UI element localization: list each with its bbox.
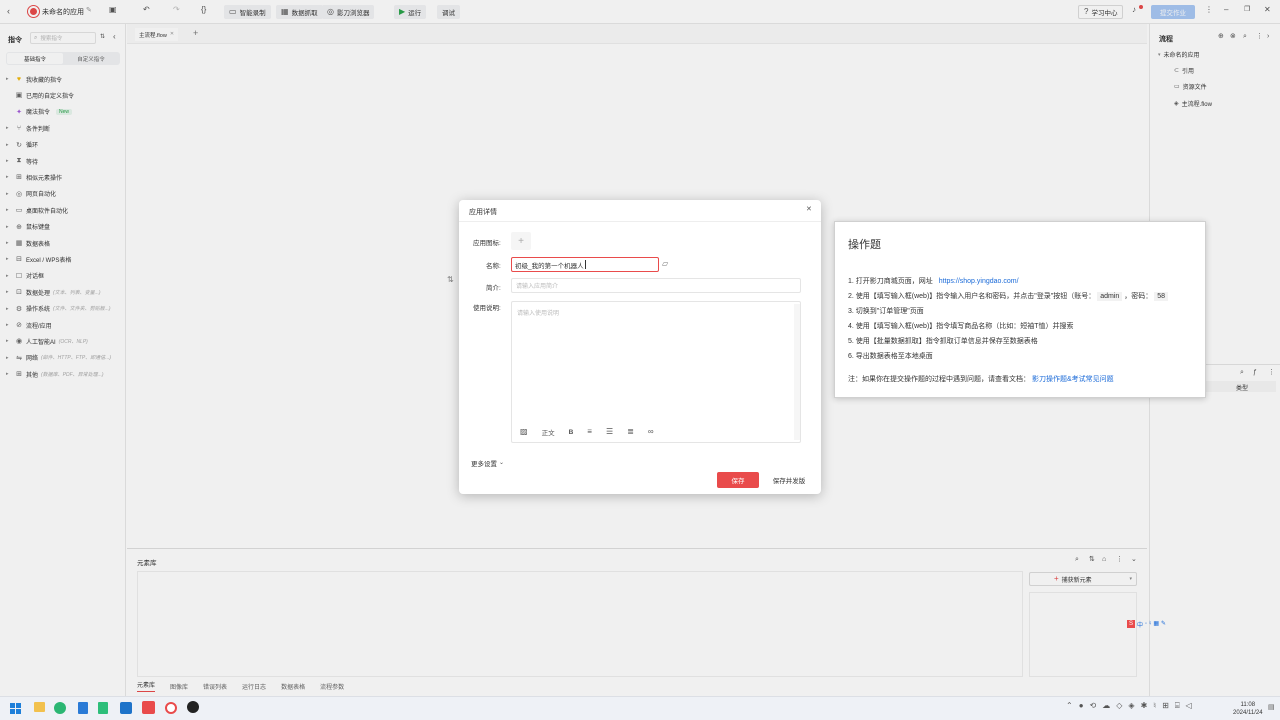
ime-punct-icon: ◦	[1145, 621, 1148, 627]
step-2: 2. 使用【填写输入框(web)】指令输入用户名和密码，并点击"登录"按钮（账号…	[848, 289, 1203, 304]
intro-field-label: 简介:	[486, 285, 501, 292]
ime-toolbar[interactable]: S 中 ◦ ♮ ▦ ✎	[1127, 619, 1166, 629]
exercise-note: 注：如果你在提交操作题的过程中遇到问题，请查看文档： 影刀操作题&考试常见问题	[848, 374, 1114, 384]
text-style-dropdown[interactable]: 正文	[542, 427, 555, 437]
ime-logo-icon: S	[1127, 620, 1135, 628]
link-icon[interactable]: ∞	[648, 428, 654, 436]
ime-mic-icon: ♮	[1149, 621, 1152, 627]
save-and-publish-button[interactable]: 保存并发版	[767, 472, 811, 488]
icon-field-label: 应用图标:	[473, 240, 501, 247]
more-settings-label: 更多设置	[471, 461, 497, 468]
exercise-steps: 1. 打开影刀商城页面，网址 https://shop.yingdao.com/…	[848, 274, 1203, 364]
tray-network-icon[interactable]: ⌸	[1175, 702, 1180, 710]
clock[interactable]: 11:08 2024/11/24	[1233, 701, 1263, 717]
start-icon[interactable]	[10, 703, 21, 714]
exercise-title: 操作题	[848, 239, 881, 251]
shop-url-link[interactable]: https://shop.yingdao.com/	[939, 278, 1019, 285]
save-and-publish-label: 保存并发版	[772, 478, 806, 485]
tray-sync-icon[interactable]: ⟲	[1090, 702, 1097, 710]
intro-input[interactable]: 请输入应用简介	[511, 278, 801, 293]
faq-link[interactable]: 影刀操作题&考试常见问题	[1032, 376, 1114, 383]
editor-toolbar: ▨ 正文 B ≡ ☰ ≣ ∞	[520, 427, 654, 438]
exercise-card: 操作题 1. 打开影刀商城页面，网址 https://shop.yingdao.…	[834, 221, 1206, 398]
notepad-icon[interactable]	[78, 702, 88, 714]
name-field-label: 名称:	[486, 263, 501, 270]
ime-tools-icon: ✎	[1160, 621, 1167, 627]
note-text: 注：如果你在提交操作题的过程中遇到问题，请查看文档：	[848, 376, 1030, 383]
more-settings-toggle[interactable]: 更多设置 ⌄	[471, 458, 504, 468]
name-input-value: 初级_我的第一个机器人	[515, 262, 584, 270]
step-3: 3. 切换到"订单管理"页面	[848, 308, 924, 315]
vscode-icon[interactable]	[120, 702, 132, 714]
bullet-list-icon[interactable]: ☰	[606, 428, 613, 436]
sheet-app-icon[interactable]	[98, 702, 108, 714]
tray-app-icon[interactable]: ●	[1079, 702, 1084, 710]
tray-cloud-icon[interactable]: ☁	[1102, 702, 1110, 710]
tray-mic-icon[interactable]: ♮	[1153, 702, 1156, 710]
tray-shield-icon[interactable]: ◇	[1116, 702, 1122, 710]
yingdao-taskbar-icon[interactable]	[142, 701, 155, 714]
password-label: ，密码：	[1124, 293, 1153, 300]
align-icon[interactable]: ≣	[627, 428, 634, 436]
save-button[interactable]: 保存	[717, 472, 759, 488]
app-icon-picker[interactable]: +	[511, 232, 531, 250]
taskbar: ⌃ ● ⟲ ☁ ◇ ◈ ✱ ♮ ⊞ ⌸ ◁ 11:08 2024/11/24 ▤	[0, 696, 1280, 720]
ime-keyboard-icon: ▦	[1153, 621, 1159, 627]
text-cursor	[584, 260, 586, 269]
bold-icon[interactable]: B	[569, 429, 574, 436]
ime-mode: 中	[1137, 622, 1144, 629]
password-value: 58	[1154, 292, 1168, 301]
chrome-icon[interactable]	[187, 701, 199, 713]
step-2-text: 2. 使用【填写输入框(web)】指令输入用户名和密码，并点击"登录"按钮（账号…	[848, 293, 1096, 300]
image-icon[interactable]: ▨	[520, 428, 528, 436]
file-explorer-icon[interactable]	[34, 702, 45, 712]
clock-date: 2024/11/24	[1233, 710, 1263, 716]
step-1-text: 1. 打开影刀商城页面，网址	[848, 278, 933, 285]
clock-time: 11:08	[1240, 702, 1256, 708]
description-placeholder: 请输入使用说明	[517, 311, 560, 317]
step-4: 4. 使用【填写输入框(web)】指令填写商品名称（比如：短袖T恤）并搜索	[848, 323, 1074, 330]
step-5: 5. 使用【批量数据抓取】指令抓取订单信息并保存至数据表格	[848, 338, 1038, 345]
name-input[interactable]: 初级_我的第一个机器人	[511, 257, 659, 272]
tray-expand-icon[interactable]: ⌃	[1066, 702, 1073, 710]
edge-icon[interactable]	[54, 702, 66, 714]
tray-bluetooth-icon[interactable]: ✱	[1141, 702, 1148, 710]
dialog-title: 应用详情	[469, 209, 497, 216]
description-editor[interactable]: 请输入使用说明 ▨ 正文 B ≡ ☰ ≣ ∞	[511, 301, 801, 443]
intro-input-placeholder: 请输入应用简介	[516, 284, 559, 290]
tray-ime-icon[interactable]: ⊞	[1162, 702, 1169, 710]
dialog-close-icon[interactable]: ✕	[806, 206, 812, 213]
step-6: 6. 导出数据表格至本地桌面	[848, 353, 933, 360]
plus-icon: +	[518, 235, 524, 247]
account-value: admin	[1097, 292, 1123, 301]
editor-scrollbar[interactable]	[794, 304, 800, 440]
tray-volume-icon[interactable]: ◁	[1186, 702, 1192, 710]
tray-game-icon[interactable]: ◈	[1128, 702, 1134, 710]
system-tray: ⌃ ● ⟲ ☁ ◇ ◈ ✱ ♮ ⊞ ⌸ ◁	[1066, 702, 1192, 710]
chevron-down-icon: ⌄	[499, 460, 505, 466]
save-button-label: 保存	[731, 478, 745, 485]
description-field-label: 使用说明:	[473, 305, 501, 312]
yingdao-app-icon[interactable]	[165, 702, 177, 714]
step-1: 1. 打开影刀商城页面，网址 https://shop.yingdao.com/	[848, 274, 1203, 289]
dialog-divider	[459, 221, 821, 222]
ordered-list-icon[interactable]: ≡	[587, 428, 592, 436]
notification-center-icon[interactable]: ▤	[1268, 704, 1275, 711]
app-details-dialog: 应用详情 ✕ 应用图标: + 名称: 初级_我的第一个机器人 ▱ 简介: 请输入…	[459, 200, 821, 494]
folder-open-icon[interactable]: ▱	[662, 260, 668, 268]
